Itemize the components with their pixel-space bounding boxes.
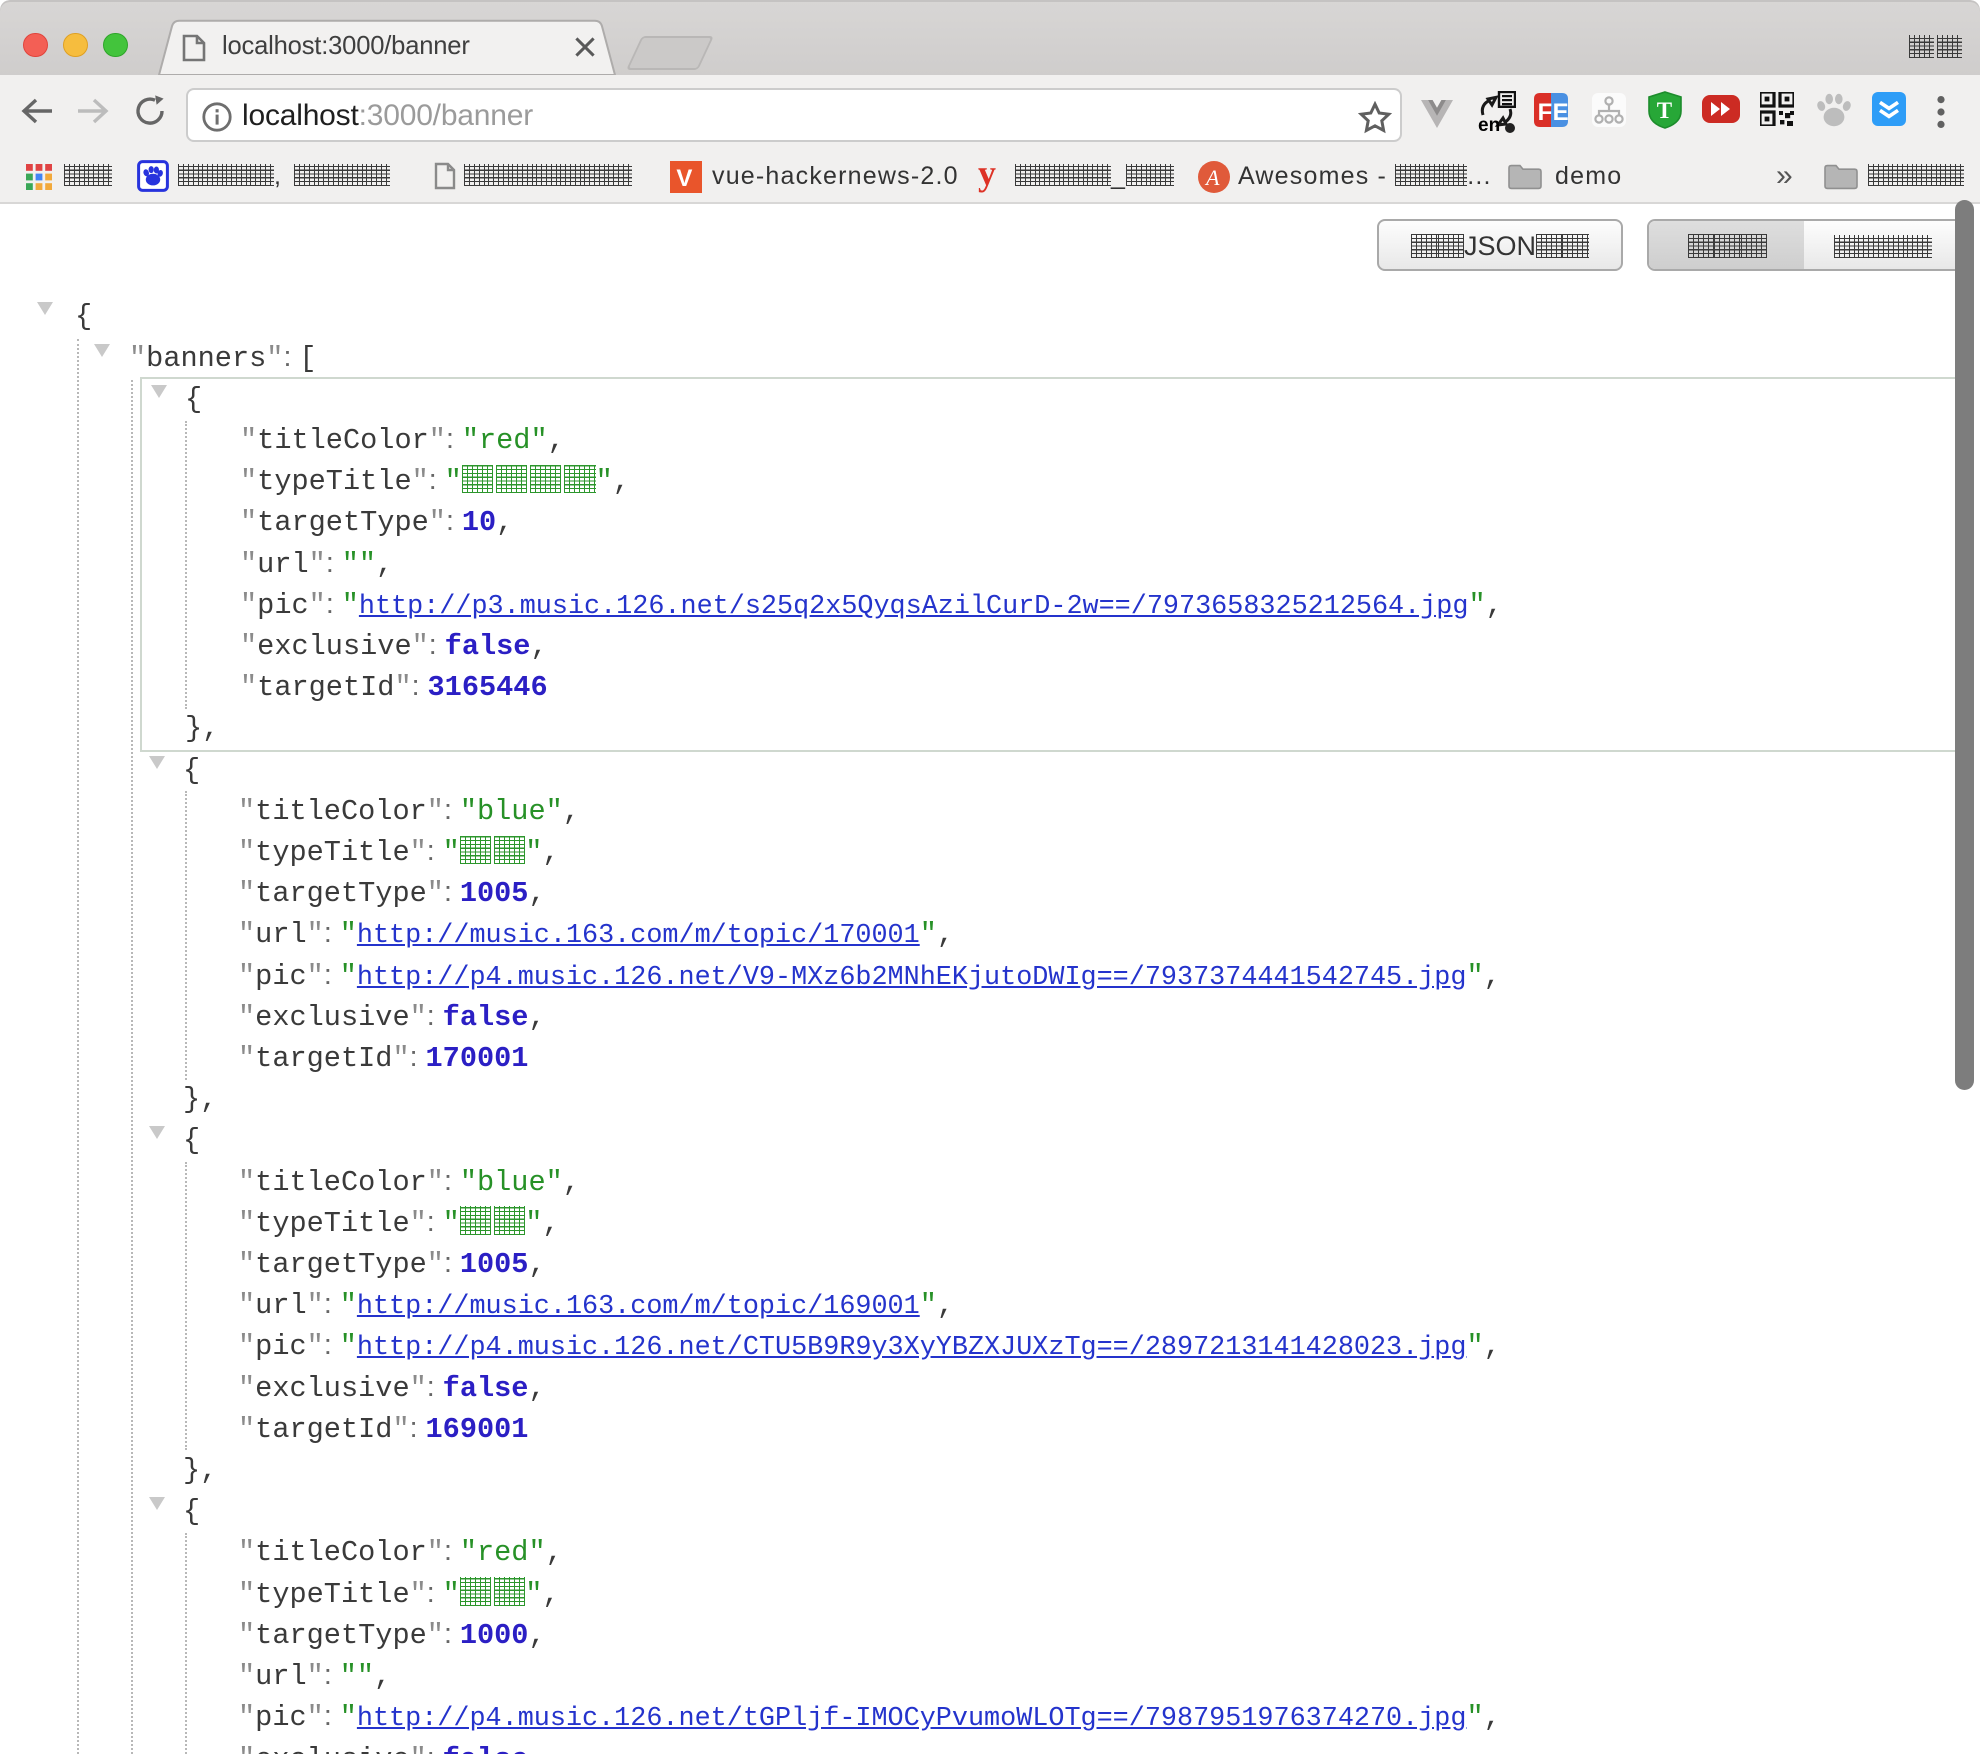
svg-text:T: T	[1657, 98, 1672, 123]
svg-text:A: A	[1204, 165, 1221, 190]
svg-text:E: E	[1553, 99, 1568, 126]
svg-text:V: V	[676, 165, 693, 192]
svg-text:F: F	[1538, 99, 1553, 126]
svg-text:en: en	[1478, 115, 1500, 133]
